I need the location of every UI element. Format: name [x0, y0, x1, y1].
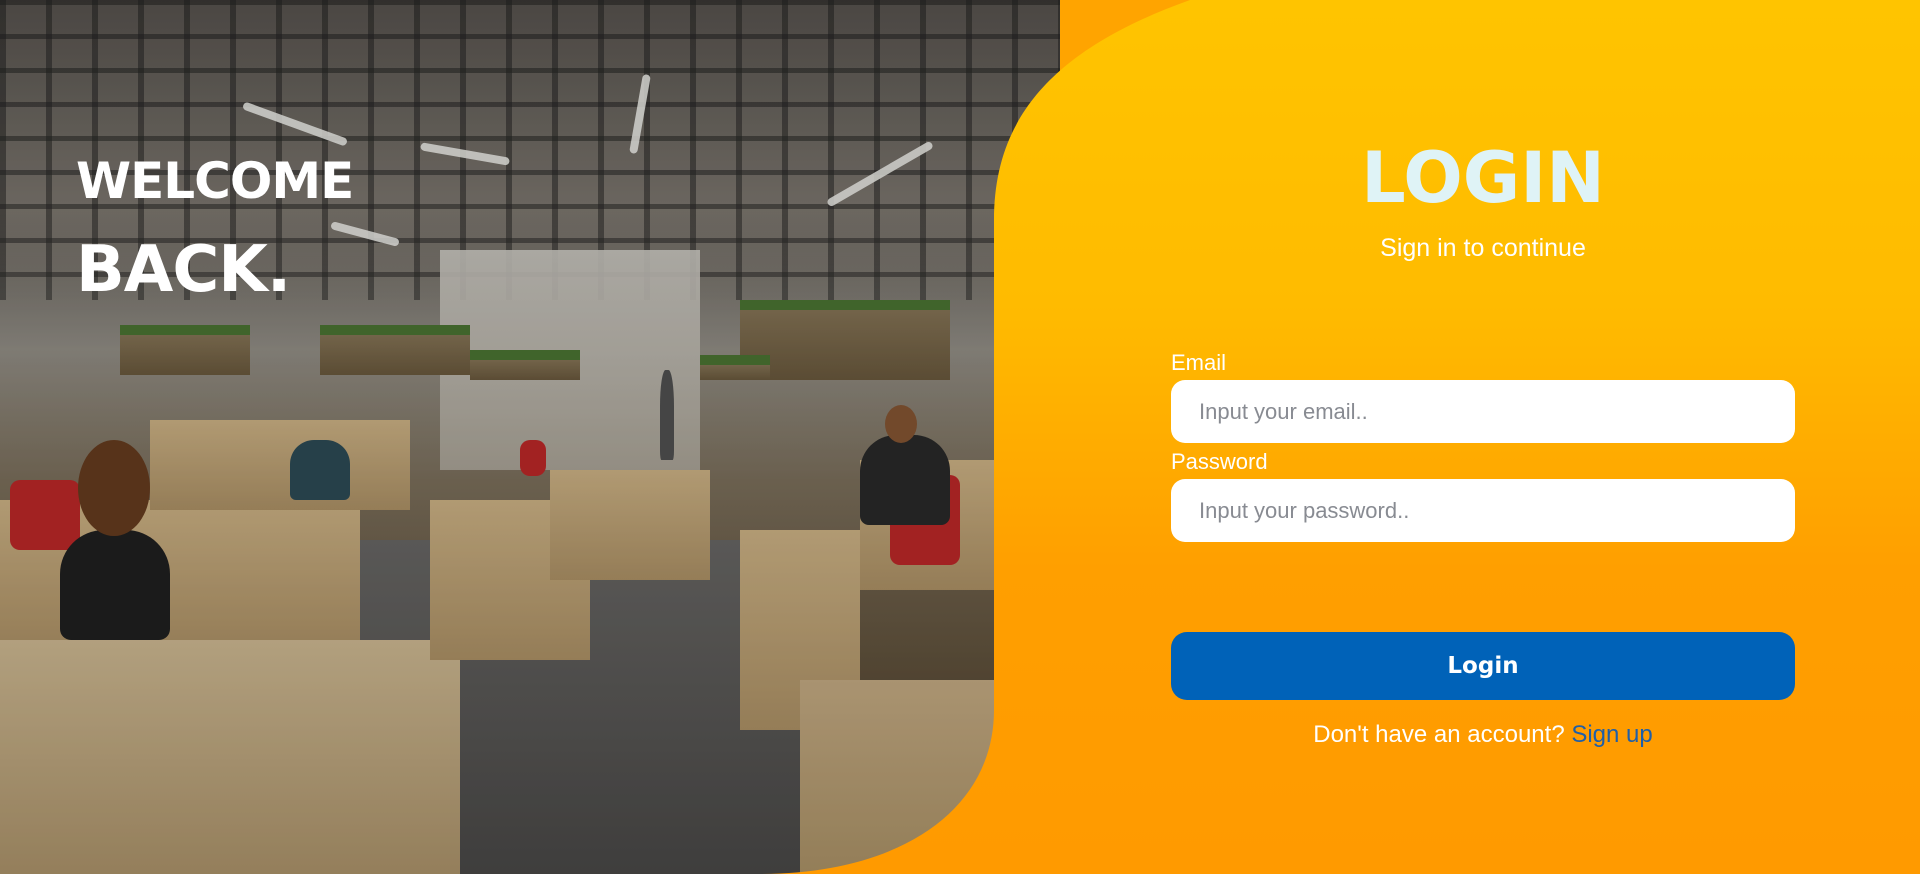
welcome-line-1: WELCOME: [76, 152, 354, 210]
password-input[interactable]: [1171, 479, 1795, 542]
email-input[interactable]: [1171, 380, 1795, 443]
welcome-line-2: BACK.: [76, 233, 291, 307]
office-background-image: [0, 0, 1060, 874]
login-subtitle: Sign in to continue: [1380, 234, 1586, 262]
welcome-heading: WELCOME BACK.: [76, 150, 354, 310]
login-page: WELCOME BACK. LOGIN Sign in to continue …: [0, 0, 1920, 874]
signup-question: Don't have an account?: [1313, 721, 1565, 748]
email-label: Email: [1171, 350, 1227, 375]
password-label: Password: [1171, 449, 1268, 474]
signup-link[interactable]: Sign up: [1571, 721, 1652, 748]
signup-prompt: Don't have an account? Sign up: [1171, 719, 1795, 751]
login-title: LOGIN: [1361, 137, 1605, 219]
login-button[interactable]: Login: [1171, 632, 1795, 700]
